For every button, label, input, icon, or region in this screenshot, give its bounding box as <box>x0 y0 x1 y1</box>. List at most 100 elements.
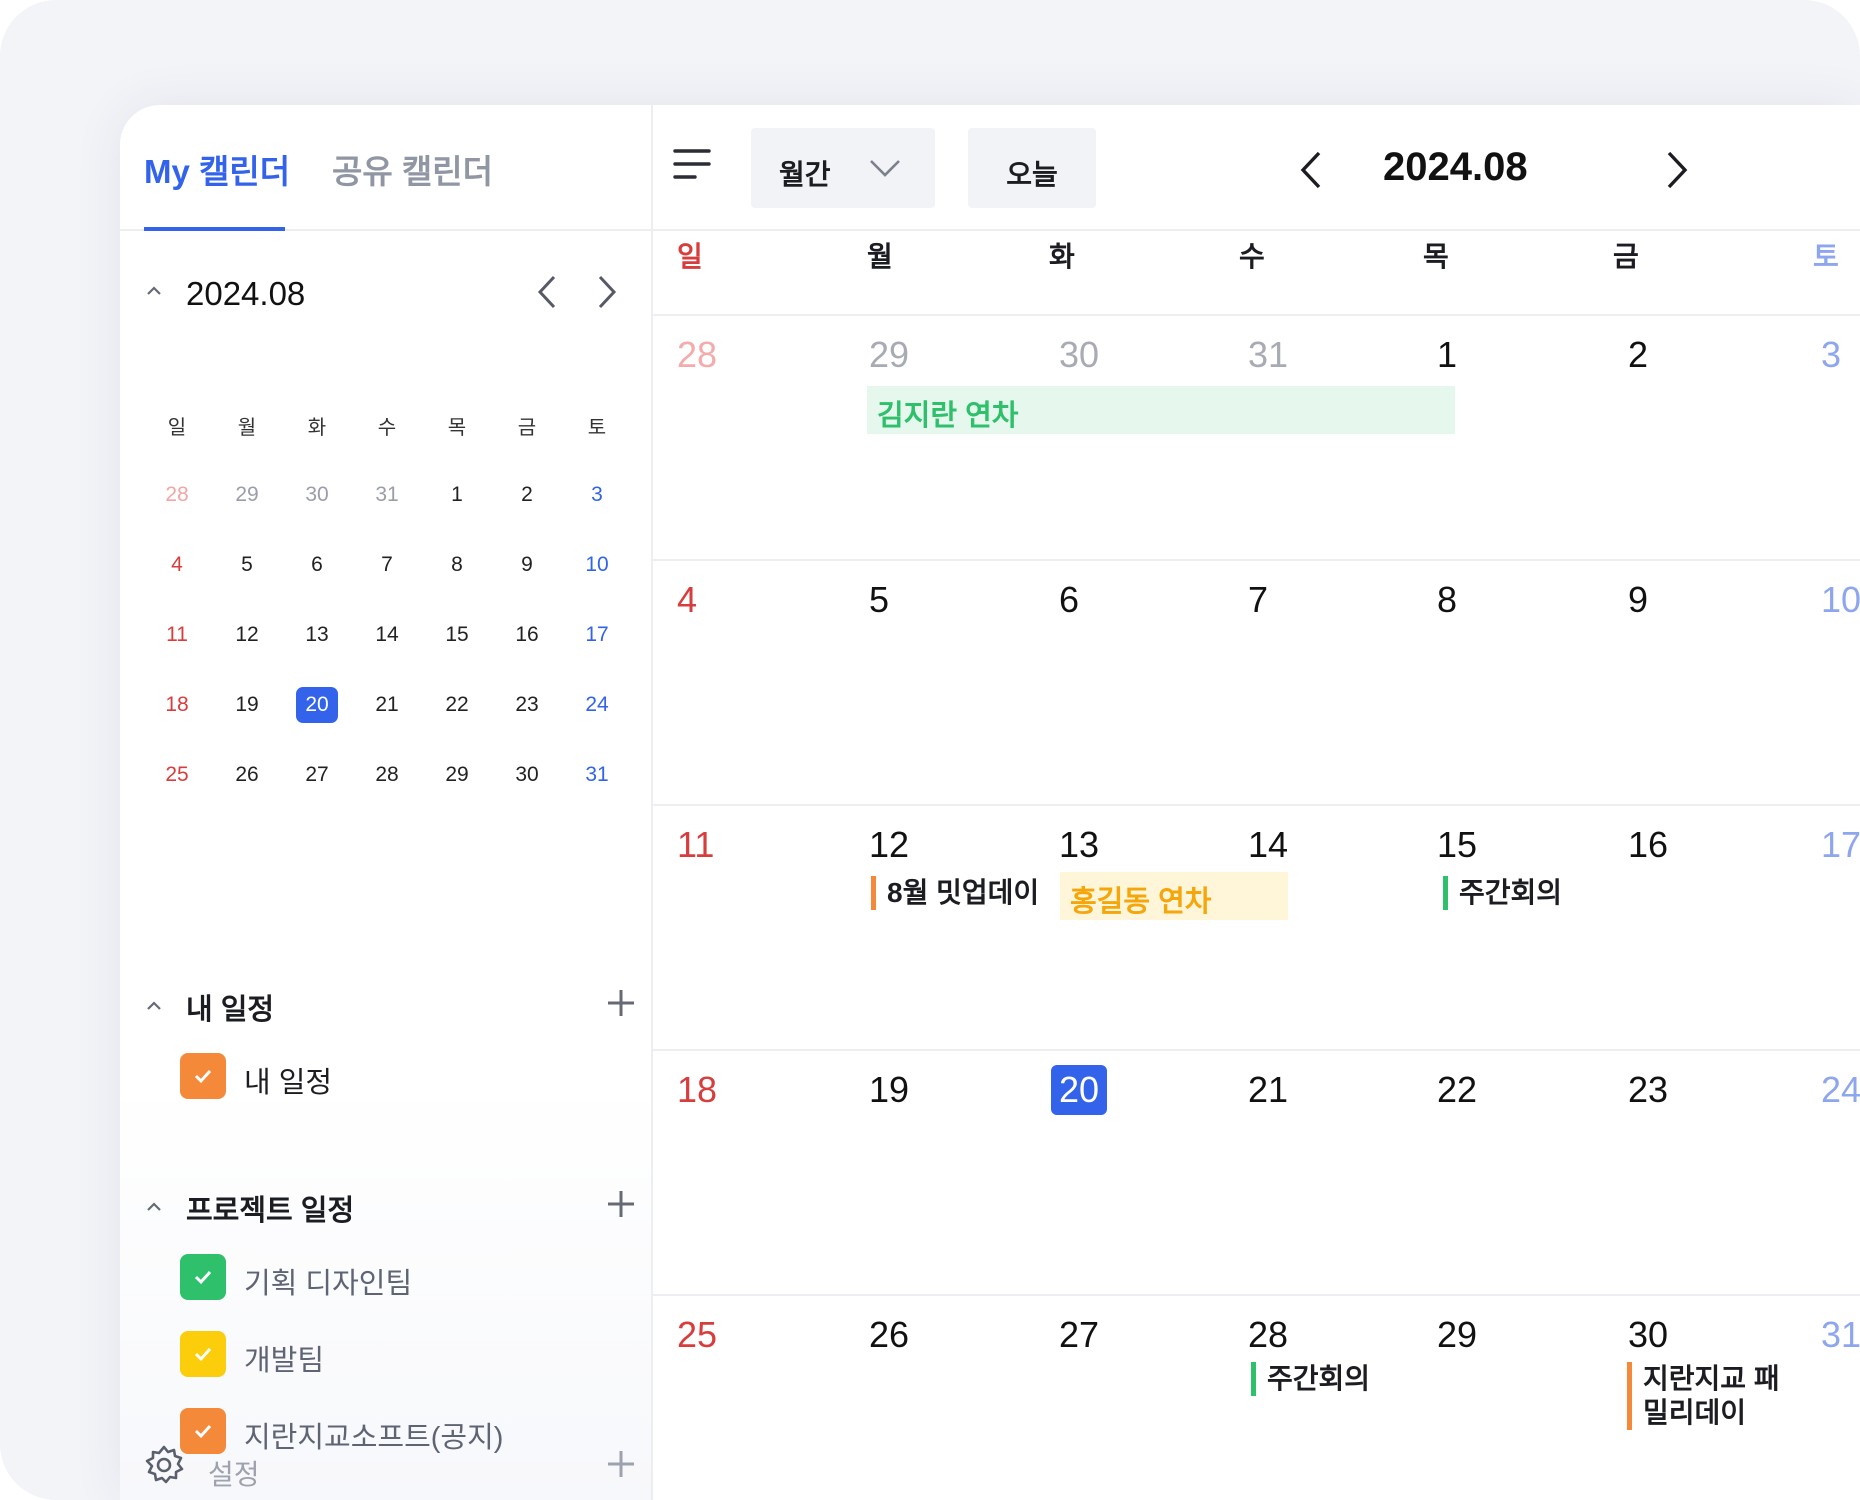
event-item[interactable]: 주간회의 <box>1251 1362 1370 1396</box>
mini-week-row: 25 26 27 28 29 30 31 <box>142 740 632 810</box>
mini-day[interactable]: 9 <box>492 530 562 600</box>
day-number[interactable]: 2 <box>1628 334 1648 376</box>
calendar-item-dev-team[interactable]: 개발팀 <box>180 1329 620 1377</box>
day-number[interactable]: 28 <box>677 334 717 376</box>
day-number[interactable]: 9 <box>1628 579 1648 621</box>
collapse-chevron-up-icon[interactable] <box>146 1199 162 1215</box>
tab-shared-calendar[interactable]: 공유 캘린더 <box>332 145 493 193</box>
day-number-today[interactable]: 20 <box>1051 1065 1108 1115</box>
mini-next-month-icon[interactable] <box>586 267 626 317</box>
day-number[interactable]: 17 <box>1821 824 1860 866</box>
mini-day[interactable]: 3 <box>562 460 632 530</box>
settings-row[interactable]: 설정 <box>120 1435 653 1495</box>
day-number[interactable]: 11 <box>677 824 714 866</box>
day-number[interactable]: 19 <box>869 1069 909 1111</box>
mini-prev-month-icon[interactable] <box>528 267 568 317</box>
day-number[interactable]: 25 <box>677 1314 717 1356</box>
day-number[interactable]: 3 <box>1821 334 1841 376</box>
day-number[interactable]: 26 <box>869 1314 909 1356</box>
checkbox-checked-icon[interactable] <box>180 1254 226 1300</box>
day-number[interactable]: 14 <box>1248 824 1288 866</box>
mini-day[interactable]: 30 <box>492 740 562 810</box>
mini-day[interactable]: 30 <box>282 460 352 530</box>
event-bar[interactable]: 김지란 연차 <box>867 386 1455 434</box>
mini-day[interactable]: 6 <box>282 530 352 600</box>
add-icon[interactable] <box>598 1441 644 1487</box>
mini-day[interactable]: 28 <box>142 460 212 530</box>
mini-day[interactable]: 1 <box>422 460 492 530</box>
mini-day[interactable]: 21 <box>352 670 422 740</box>
day-number[interactable]: 28 <box>1248 1314 1288 1356</box>
day-number[interactable]: 21 <box>1248 1069 1288 1111</box>
day-number[interactable]: 12 <box>869 824 909 866</box>
next-month-icon[interactable] <box>1663 145 1693 195</box>
day-number[interactable]: 13 <box>1059 824 1099 866</box>
day-number[interactable]: 1 <box>1437 334 1457 376</box>
calendar-item-my[interactable]: 내 일정 <box>180 1051 620 1099</box>
day-number[interactable]: 31 <box>1248 334 1288 376</box>
day-number[interactable]: 10 <box>1821 579 1860 621</box>
mini-day[interactable]: 10 <box>562 530 632 600</box>
collapse-chevron-up-icon[interactable] <box>146 998 162 1014</box>
day-number[interactable]: 4 <box>677 579 697 621</box>
event-item[interactable]: 8월 밋업데이 <box>871 876 1039 910</box>
mini-day[interactable]: 24 <box>562 670 632 740</box>
mini-day[interactable]: 12 <box>212 600 282 670</box>
mini-day[interactable]: 14 <box>352 600 422 670</box>
menu-icon[interactable] <box>673 147 713 181</box>
mini-day[interactable]: 31 <box>562 740 632 810</box>
add-project-calendar-icon[interactable] <box>598 1181 644 1227</box>
collapse-chevron-up-icon[interactable] <box>146 283 162 299</box>
mini-day[interactable]: 18 <box>142 670 212 740</box>
mini-day[interactable]: 31 <box>352 460 422 530</box>
mini-day[interactable]: 19 <box>212 670 282 740</box>
mini-day[interactable]: 26 <box>212 740 282 810</box>
day-number[interactable]: 29 <box>1437 1314 1477 1356</box>
day-number[interactable]: 6 <box>1059 579 1079 621</box>
day-number[interactable]: 16 <box>1628 824 1668 866</box>
gear-icon[interactable] <box>142 1443 186 1487</box>
mini-day[interactable]: 13 <box>282 600 352 670</box>
day-number[interactable]: 7 <box>1248 579 1268 621</box>
mini-day[interactable]: 28 <box>352 740 422 810</box>
day-number[interactable]: 27 <box>1059 1314 1099 1356</box>
day-number[interactable]: 23 <box>1628 1069 1668 1111</box>
mini-day[interactable]: 29 <box>422 740 492 810</box>
event-bar[interactable]: 홍길동 연차 <box>1060 872 1288 920</box>
day-number[interactable]: 30 <box>1628 1314 1668 1356</box>
mini-day[interactable]: 8 <box>422 530 492 600</box>
day-number[interactable]: 15 <box>1437 824 1477 866</box>
event-item[interactable]: 지란지교 패밀리데이 <box>1627 1362 1793 1430</box>
calendar-item-design-team[interactable]: 기획 디자인팀 <box>180 1252 620 1300</box>
mini-day[interactable]: 23 <box>492 670 562 740</box>
day-number[interactable]: 8 <box>1437 579 1457 621</box>
add-my-calendar-icon[interactable] <box>598 980 644 1026</box>
mini-day[interactable]: 7 <box>352 530 422 600</box>
mini-day[interactable]: 4 <box>142 530 212 600</box>
prev-month-icon[interactable] <box>1295 145 1325 195</box>
today-button[interactable]: 오늘 <box>968 128 1096 208</box>
event-item[interactable]: 주간회의 <box>1443 876 1562 910</box>
mini-day[interactable]: 11 <box>142 600 212 670</box>
mini-day[interactable]: 25 <box>142 740 212 810</box>
mini-day[interactable]: 15 <box>422 600 492 670</box>
mini-day[interactable]: 5 <box>212 530 282 600</box>
day-number[interactable]: 30 <box>1059 334 1099 376</box>
checkbox-checked-icon[interactable] <box>180 1053 226 1099</box>
day-number[interactable]: 5 <box>869 579 889 621</box>
day-number[interactable]: 18 <box>677 1069 717 1111</box>
mini-day[interactable]: 2 <box>492 460 562 530</box>
mini-day[interactable]: 17 <box>562 600 632 670</box>
view-select[interactable]: 월간 <box>751 128 935 208</box>
day-number[interactable]: 22 <box>1437 1069 1477 1111</box>
tab-my-calendar[interactable]: My 캘린더 <box>144 145 290 193</box>
day-number[interactable]: 31 <box>1821 1314 1860 1356</box>
mini-day[interactable]: 27 <box>282 740 352 810</box>
day-number[interactable]: 29 <box>869 334 909 376</box>
mini-day[interactable]: 16 <box>492 600 562 670</box>
mini-day[interactable]: 22 <box>422 670 492 740</box>
mini-day[interactable]: 29 <box>212 460 282 530</box>
day-number[interactable]: 24 <box>1821 1069 1860 1111</box>
mini-day-today[interactable]: 20 <box>282 670 352 740</box>
checkbox-checked-icon[interactable] <box>180 1331 226 1377</box>
